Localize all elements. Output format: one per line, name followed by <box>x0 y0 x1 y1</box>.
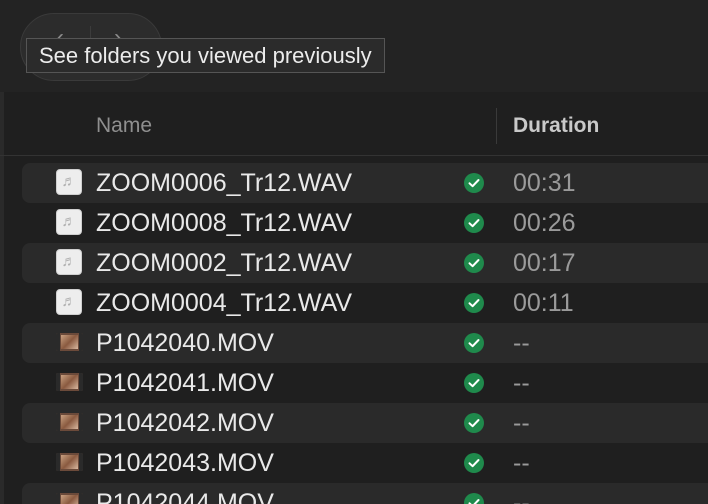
synced-check-icon <box>464 493 484 504</box>
file-row[interactable]: P1042042.MOV -- <box>0 403 708 443</box>
movie-file-icon <box>56 453 83 471</box>
synced-check-icon <box>464 333 484 353</box>
synced-check-icon <box>464 413 484 433</box>
file-duration: 00:11 <box>513 289 574 317</box>
movie-file-icon <box>56 413 83 431</box>
column-resize-handle[interactable] <box>496 108 497 144</box>
file-duration: 00:26 <box>513 209 576 237</box>
file-name: ZOOM0006_Tr12.WAV <box>96 169 353 197</box>
file-name: P1042044.MOV <box>96 489 274 504</box>
file-row[interactable]: ♬ ZOOM0008_Tr12.WAV 00:26 <box>0 203 708 243</box>
audio-file-icon: ♬ <box>56 249 82 275</box>
file-name: ZOOM0002_Tr12.WAV <box>96 249 353 277</box>
synced-check-icon <box>464 173 484 193</box>
column-header: Name Duration <box>0 100 708 154</box>
file-row[interactable]: P1042040.MOV -- <box>0 323 708 363</box>
file-name: P1042041.MOV <box>96 369 274 397</box>
file-row[interactable]: ♬ ZOOM0002_Tr12.WAV 00:17 <box>0 243 708 283</box>
movie-file-icon <box>56 493 83 504</box>
file-list: ♬ ZOOM0006_Tr12.WAV 00:31 ♬ ZOOM0008_Tr12.WA… <box>0 163 708 504</box>
audio-file-icon: ♬ <box>56 289 82 315</box>
file-name: ZOOM0004_Tr12.WAV <box>96 289 353 317</box>
header-divider <box>0 155 708 156</box>
file-row[interactable]: ♬ ZOOM0004_Tr12.WAV 00:11 <box>0 283 708 323</box>
finder-window: ‹ › See folders you viewed previously Na… <box>0 0 708 504</box>
file-duration: -- <box>513 369 530 397</box>
file-duration: -- <box>513 409 530 437</box>
audio-file-icon: ♬ <box>56 209 82 235</box>
synced-check-icon <box>464 453 484 473</box>
file-name: P1042043.MOV <box>96 449 274 477</box>
file-name: P1042042.MOV <box>96 409 274 437</box>
file-row[interactable]: P1042043.MOV -- <box>0 443 708 483</box>
file-row[interactable]: ♬ ZOOM0006_Tr12.WAV 00:31 <box>0 163 708 203</box>
movie-file-icon <box>56 373 83 391</box>
file-row[interactable]: P1042044.MOV -- <box>0 483 708 504</box>
file-duration: -- <box>513 329 530 357</box>
synced-check-icon <box>464 213 484 233</box>
synced-check-icon <box>464 293 484 313</box>
tooltip: See folders you viewed previously <box>26 38 385 73</box>
synced-check-icon <box>464 373 484 393</box>
file-duration: 00:17 <box>513 249 576 277</box>
synced-check-icon <box>464 253 484 273</box>
toolbar: ‹ › See folders you viewed previously <box>0 0 708 92</box>
file-name: P1042040.MOV <box>96 329 274 357</box>
file-duration: -- <box>513 489 530 504</box>
file-duration: -- <box>513 449 530 477</box>
file-name: ZOOM0008_Tr12.WAV <box>96 209 353 237</box>
file-row[interactable]: P1042041.MOV -- <box>0 363 708 403</box>
audio-file-icon: ♬ <box>56 169 82 195</box>
column-header-duration[interactable]: Duration <box>513 114 599 138</box>
movie-file-icon <box>56 333 83 351</box>
column-header-name[interactable]: Name <box>96 114 152 138</box>
file-duration: 00:31 <box>513 169 576 197</box>
